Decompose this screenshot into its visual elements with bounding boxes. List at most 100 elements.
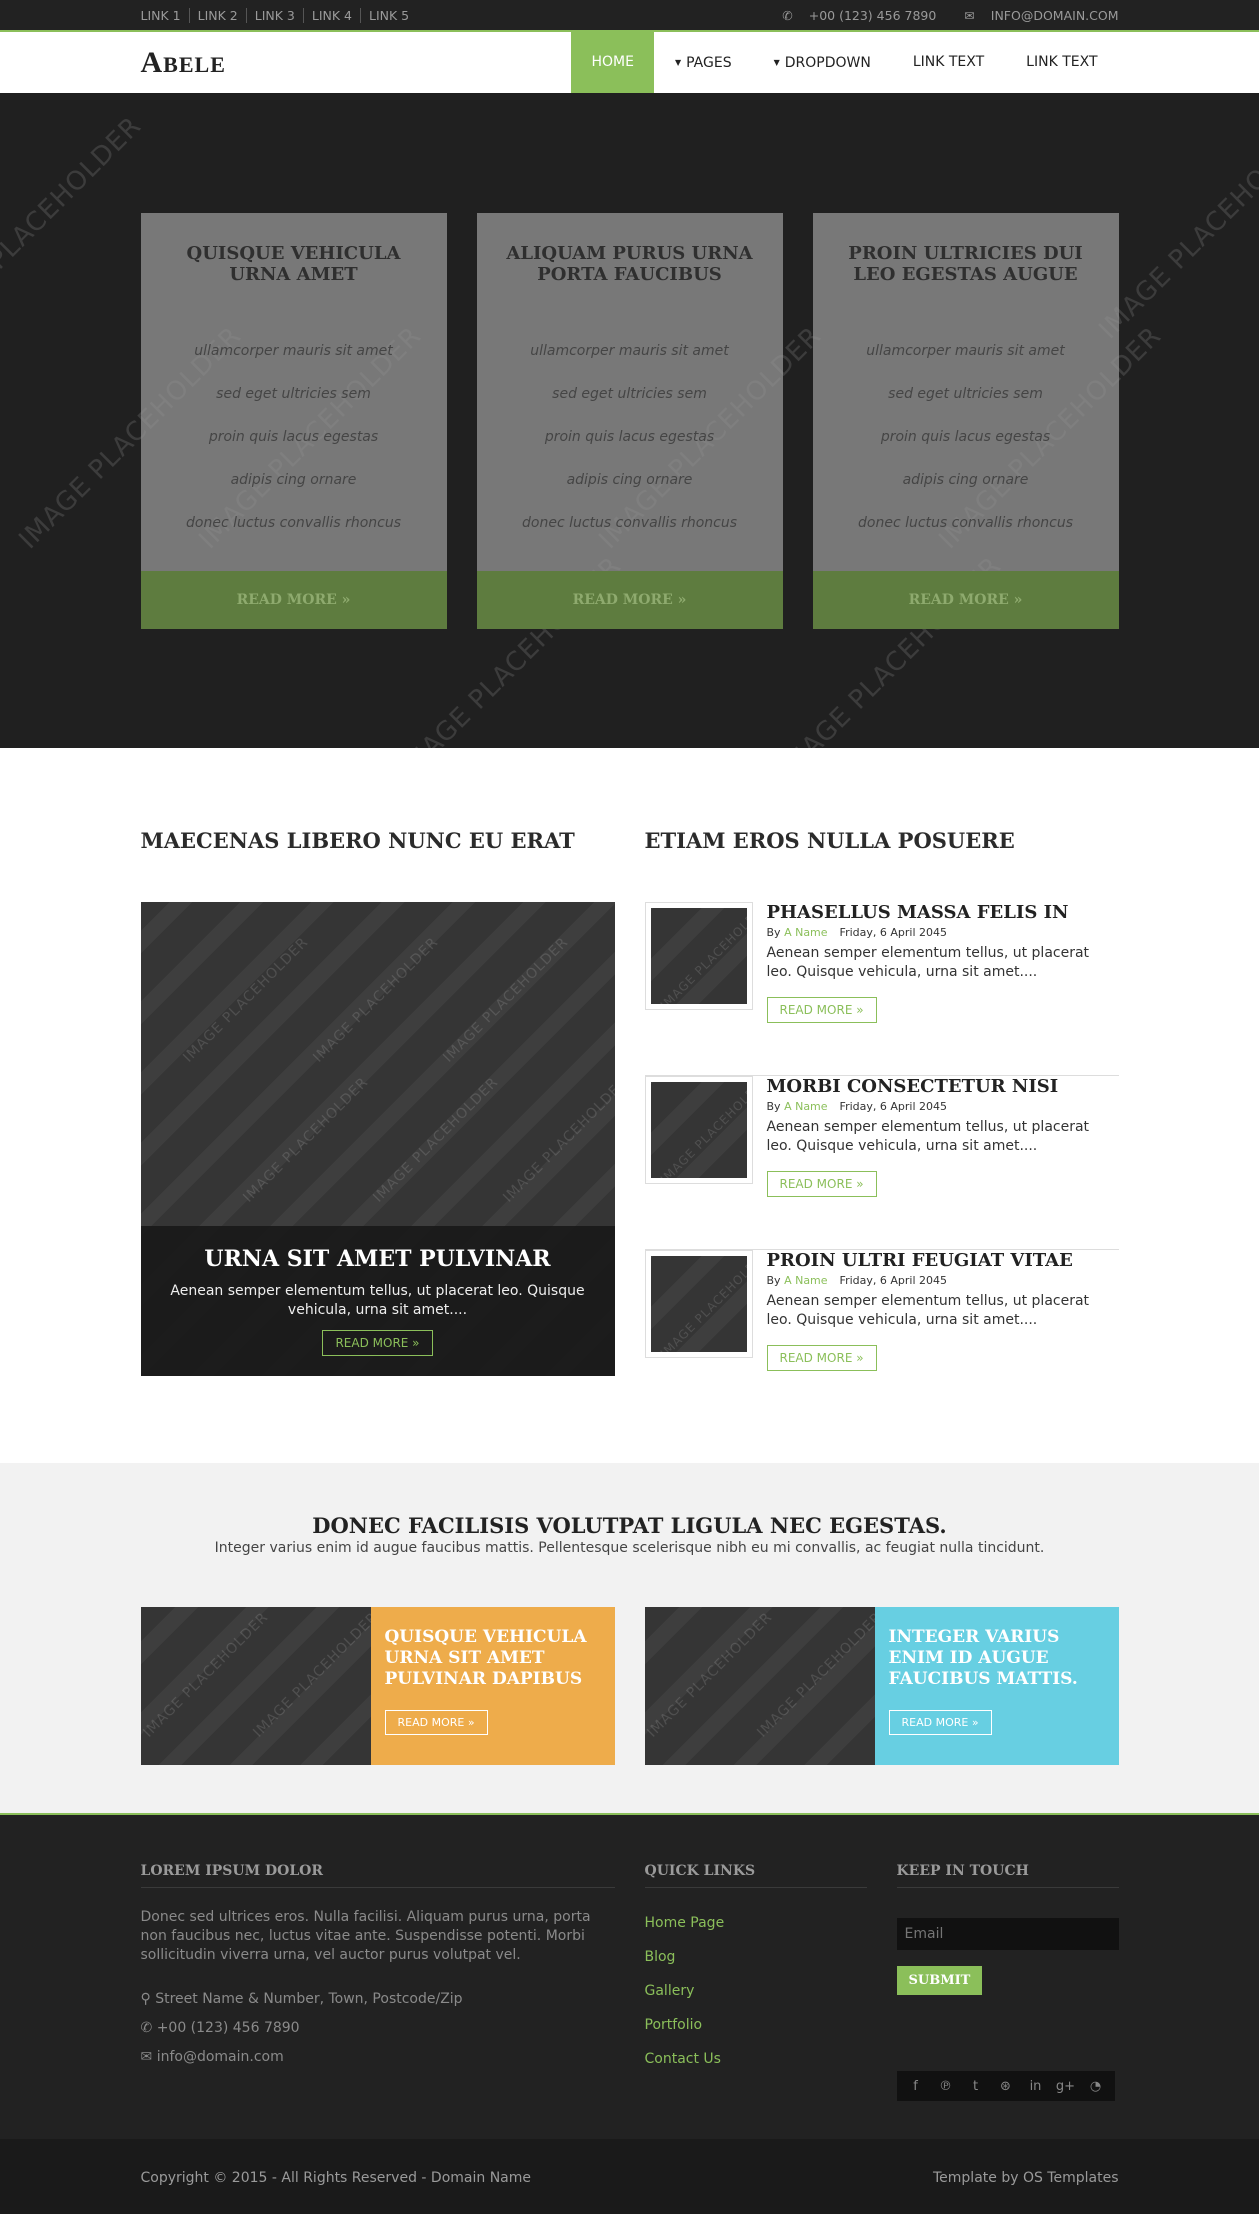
- list-item: ullamcorper mauris sit amet: [194, 343, 393, 359]
- template-credit[interactable]: Template by OS Templates: [933, 2139, 1119, 2214]
- list-item: ullamcorper mauris sit amet: [866, 343, 1065, 359]
- list-item: donec luctus convallis rhoncus: [186, 515, 401, 531]
- read-more-button[interactable]: READ MORE »: [812, 571, 1119, 629]
- pinterest-icon[interactable]: ℗: [931, 2079, 961, 2094]
- post-author[interactable]: A Name: [784, 1100, 827, 1113]
- email-field[interactable]: [896, 1918, 1119, 1950]
- nav-pages[interactable]: ▼ PAGES: [654, 32, 753, 93]
- top-email-text: INFO@DOMAIN.COM: [990, 7, 1119, 23]
- nav-link-text-1[interactable]: LINK TEXT: [892, 32, 1005, 93]
- nav-home[interactable]: HOME: [571, 32, 654, 93]
- phone-icon: ✆: [140, 2020, 153, 2036]
- list-item: IMAGE PLACEHOLDER PROIN ULTRI FEUGIAT VI…: [644, 1250, 1119, 1424]
- read-more-button[interactable]: READ MORE »: [766, 1345, 877, 1371]
- google-plus-icon[interactable]: g+: [1051, 2079, 1081, 2094]
- read-more-button[interactable]: READ MORE »: [384, 1710, 488, 1735]
- footer-link-gallery[interactable]: Gallery: [645, 1974, 867, 2008]
- post-by: By: [766, 926, 781, 939]
- facebook-icon[interactable]: f: [901, 2079, 931, 2094]
- pricing-card-list: ullamcorper mauris sit amet sed eget ult…: [813, 313, 1119, 556]
- list-item: IMAGE PLACEHOLDER PHASELLUS MASSA FELIS …: [644, 902, 1119, 1076]
- image-placeholder: IMAGE PLACEHOLDER: [650, 908, 747, 1004]
- post-title[interactable]: PROIN ULTRI FEUGIAT VITAE: [767, 1250, 1073, 1271]
- linkedin-icon[interactable]: in: [1021, 2079, 1051, 2094]
- logo[interactable]: ABELE: [141, 32, 226, 93]
- featured-article[interactable]: IMAGE PLACEHOLDER IMAGE PLACEHOLDER IMAG…: [140, 902, 615, 1376]
- footer-about: LOREM IPSUM DOLOR Donec sed ultrices ero…: [140, 1863, 615, 2072]
- promo-title: DONEC FACILISIS VOLUTPAT LIGULA NEC EGES…: [312, 1513, 947, 1538]
- read-more-button[interactable]: READ MORE »: [888, 1710, 992, 1735]
- footer-link-home[interactable]: Home Page: [645, 1906, 867, 1940]
- image-placeholder: IMAGE PLACEHOLDER: [650, 1256, 747, 1352]
- placeholder-label: IMAGE PLACEHOLDER: [657, 1256, 747, 1352]
- top-link-3[interactable]: LINK 3: [245, 7, 303, 23]
- submit-button[interactable]: SUBMIT: [896, 1966, 983, 1995]
- post-thumbnail[interactable]: IMAGE PLACEHOLDER: [644, 1250, 753, 1358]
- featured-text: Aenean semper elementum tellus, ut place…: [170, 1283, 585, 1318]
- post-date: Friday, 6 April 2045: [839, 926, 948, 939]
- post-excerpt: Aenean semper elementum tellus, ut place…: [766, 1293, 1090, 1328]
- pricing-card-3: PROIN ULTRICIES DUI LEO EGESTAS AUGUE ul…: [812, 213, 1119, 629]
- post-author[interactable]: A Name: [784, 926, 827, 939]
- list-item: donec luctus convallis rhoncus: [522, 515, 737, 531]
- top-link-1[interactable]: LINK 1: [141, 8, 189, 23]
- post-title[interactable]: MORBI CONSECTETUR NISI: [767, 1076, 1059, 1097]
- post-title[interactable]: PHASELLUS MASSA FELIS IN: [767, 902, 1069, 923]
- read-more-button[interactable]: READ MORE »: [766, 997, 877, 1023]
- nav-dropdown-label: DROPDOWN: [784, 55, 871, 71]
- post-thumbnail[interactable]: IMAGE PLACEHOLDER: [644, 1076, 753, 1184]
- placeholder-label: IMAGE PLACEHOLDER: [753, 1609, 875, 1741]
- footer-phone-text: +00 (123) 456 7890: [156, 2020, 300, 2036]
- read-more-button[interactable]: READ MORE »: [322, 1330, 433, 1356]
- placeholder-label: IMAGE PLACEHOLDER: [140, 1609, 272, 1741]
- promo-box-body: INTEGER VARIUS ENIM ID AUGUE FAUCIBUS MA…: [874, 1607, 1119, 1765]
- top-bar: LINK 1 LINK 2 LINK 3 LINK 4 LINK 5 ✆ +00 (12…: [0, 0, 1259, 32]
- footer-link-portfolio[interactable]: Portfolio: [645, 2008, 867, 2042]
- top-contact: ✆ +00 (123) 456 7890 ✉ INFO@DOMAIN.COM: [758, 8, 1118, 23]
- promo-box-2: IMAGE PLACEHOLDER IMAGE PLACEHOLDER INTE…: [644, 1607, 1119, 1765]
- post-thumbnail[interactable]: IMAGE PLACEHOLDER: [644, 902, 753, 1010]
- footer-link-blog[interactable]: Blog: [645, 1940, 867, 1974]
- post-excerpt: Aenean semper elementum tellus, ut place…: [766, 945, 1090, 980]
- top-email[interactable]: ✉ INFO@DOMAIN.COM: [952, 8, 1118, 23]
- placeholder-label: IMAGE PLACEHOLDER: [644, 1609, 776, 1741]
- top-link-4[interactable]: LINK 4: [302, 7, 360, 23]
- placeholder-label: IMAGE PLACEHOLDER: [369, 1074, 502, 1206]
- list-item: sed eget ultricies sem: [888, 386, 1043, 402]
- footer-email[interactable]: ✉ info@domain.com: [141, 2043, 615, 2072]
- caret-down-icon: ▼: [674, 58, 682, 67]
- promo-box-title: INTEGER VARIUS ENIM ID AUGUE FAUCIBUS MA…: [888, 1627, 1078, 1689]
- envelope-icon: ✉: [964, 7, 975, 23]
- read-more-button[interactable]: READ MORE »: [140, 571, 447, 629]
- nav-link-text-2[interactable]: LINK TEXT: [1005, 32, 1118, 93]
- placeholder-label: IMAGE PLACEHOLDER: [0, 110, 148, 345]
- list-item: proin quis lacus egestas: [880, 429, 1051, 445]
- footer-about-text: Donec sed ultrices eros. Nulla facilisi.…: [140, 1909, 591, 1963]
- map-marker-icon: ⚲: [140, 1991, 151, 2007]
- post-date: Friday, 6 April 2045: [839, 1100, 948, 1113]
- post-author[interactable]: A Name: [784, 1274, 827, 1287]
- image-placeholder: IMAGE PLACEHOLDER IMAGE PLACEHOLDER: [140, 1607, 371, 1765]
- list-item: donec luctus convallis rhoncus: [858, 515, 1073, 531]
- read-more-button[interactable]: READ MORE »: [476, 571, 783, 629]
- list-item: adipis cing ornare: [566, 472, 693, 488]
- list-item: adipis cing ornare: [230, 472, 357, 488]
- twitter-icon[interactable]: t: [961, 2079, 991, 2094]
- top-link-2[interactable]: LINK 2: [188, 7, 246, 23]
- dribbble-icon[interactable]: ⊛: [991, 2079, 1021, 2094]
- top-link-5[interactable]: LINK 5: [360, 7, 418, 23]
- footer-phone: ✆ +00 (123) 456 7890: [141, 2014, 615, 2043]
- list-item: IMAGE PLACEHOLDER MORBI CONSECTETUR NISI…: [644, 1076, 1119, 1250]
- logo-rest: BELE: [163, 52, 226, 77]
- placeholder-label: IMAGE PLACEHOLDER: [439, 934, 572, 1066]
- footer-keep-in-touch: KEEP IN TOUCH SUBMIT f ℗ t ⊛ in g+ ◔: [896, 1863, 1119, 2101]
- rss-icon[interactable]: ◔: [1081, 2079, 1111, 2094]
- placeholder-label: IMAGE PLACEHOLDER: [309, 934, 442, 1066]
- read-more-button[interactable]: READ MORE »: [766, 1171, 877, 1197]
- pricing-card-title: QUISQUE VEHICULA URNA AMET: [140, 213, 447, 313]
- nav-dropdown[interactable]: ▼ DROPDOWN: [753, 32, 892, 93]
- caret-down-icon: ▼: [773, 58, 780, 67]
- top-links: LINK 1 LINK 2 LINK 3 LINK 4 LINK 5: [141, 7, 418, 23]
- footer-email-text: info@domain.com: [156, 2049, 284, 2065]
- footer-link-contact[interactable]: Contact Us: [645, 2042, 867, 2076]
